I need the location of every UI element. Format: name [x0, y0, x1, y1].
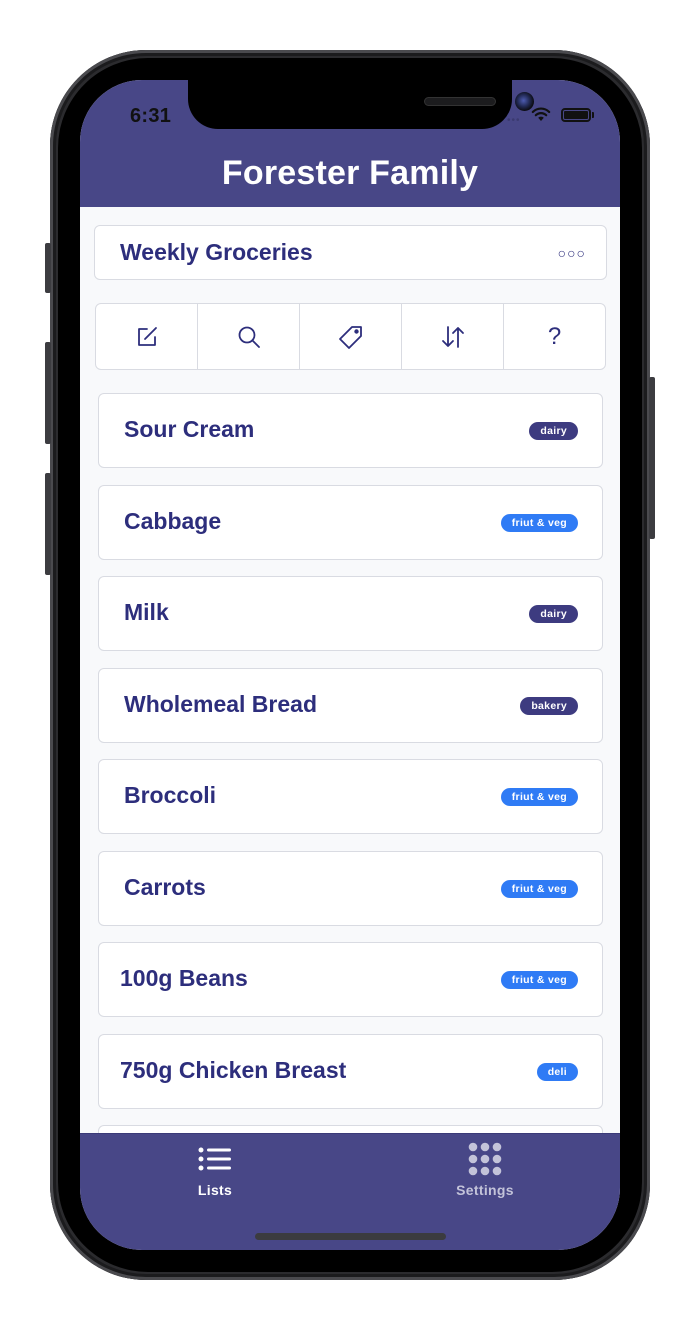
- list-item[interactable]: Carrots friut & veg: [98, 850, 603, 926]
- silent-switch: [45, 243, 51, 293]
- tab-settings[interactable]: Settings: [425, 1142, 545, 1198]
- list-item[interactable]: Cabbage friut & veg: [98, 484, 603, 560]
- search-button[interactable]: [198, 304, 300, 369]
- tag-badge: deli: [536, 1062, 578, 1081]
- tag-badge: friut & veg: [500, 513, 578, 532]
- camera: [515, 92, 534, 111]
- wifi-icon: [531, 107, 551, 121]
- list-icon: [198, 1147, 231, 1171]
- edit-button[interactable]: [96, 304, 198, 369]
- volume-down-button: [45, 473, 51, 575]
- tag-badge: dairy: [529, 422, 578, 440]
- power-button: [649, 377, 655, 539]
- item-name: 100g Beans: [120, 965, 248, 991]
- list-item[interactable]: 750g Chicken Breast deli: [98, 1033, 603, 1109]
- compose-icon: [137, 326, 157, 346]
- tab-bar: Lists Settings: [80, 1133, 620, 1250]
- tab-label: Lists: [197, 1182, 233, 1198]
- grid-icon: [468, 1142, 502, 1176]
- ellipsis-icon[interactable]: ○○○: [558, 245, 586, 261]
- sort-button[interactable]: [402, 304, 504, 369]
- tag-badge: friut & veg: [500, 971, 578, 989]
- tag-badge: friut & veg: [500, 788, 578, 806]
- item-name: Carrots: [124, 873, 206, 900]
- volume-up-button: [45, 342, 51, 444]
- app-screen: 6:31 ••• Forester Family Weekly Grocerie…: [80, 80, 620, 1250]
- tab-lists[interactable]: Lists: [155, 1142, 275, 1198]
- tag-badge: friut & veg: [500, 879, 578, 898]
- question-icon: ?: [547, 322, 562, 350]
- list-item[interactable]: Milk dairy: [98, 576, 603, 651]
- speaker: [424, 97, 496, 106]
- page-title: Forester Family: [221, 154, 479, 192]
- battery-icon: [561, 108, 591, 122]
- list-item[interactable]: Broccoli friut & veg: [98, 759, 603, 834]
- home-indicator[interactable]: [255, 1233, 446, 1240]
- item-name: 750g Chicken Breast: [120, 1056, 347, 1083]
- item-list: Sour Cream dairy Cabbage friut & veg Mil…: [98, 393, 603, 1217]
- item-name: Milk: [124, 599, 169, 625]
- list-item[interactable]: Sour Cream dairy: [98, 393, 603, 468]
- sort-arrows-icon: [441, 325, 464, 348]
- item-name: Broccoli: [124, 782, 217, 808]
- tab-label: Settings: [456, 1182, 514, 1198]
- toolbar: ?: [95, 303, 606, 370]
- help-button[interactable]: ?: [504, 304, 605, 369]
- item-name: Wholemeal Bread: [124, 690, 317, 717]
- tag-icon: [338, 325, 362, 349]
- item-name: Sour Cream: [124, 416, 255, 442]
- signal-dots-icon: •••: [507, 115, 521, 126]
- tag-badge: dairy: [529, 605, 578, 623]
- app-header: 6:31 ••• Forester Family: [80, 80, 620, 207]
- battery-nub: [592, 112, 594, 118]
- list-item[interactable]: 100g Beans friut & veg: [98, 942, 603, 1017]
- notch: [188, 80, 534, 129]
- list-name: Weekly Groceries: [120, 239, 313, 265]
- list-selector[interactable]: Weekly Groceries ○○○: [94, 225, 607, 280]
- tags-button[interactable]: [300, 304, 402, 369]
- item-name: Cabbage: [124, 507, 222, 534]
- tag-badge: bakery: [520, 696, 578, 715]
- status-time: 6:31: [130, 105, 172, 127]
- search-icon: [238, 326, 260, 348]
- list-item[interactable]: Wholemeal Bread bakery: [98, 667, 603, 743]
